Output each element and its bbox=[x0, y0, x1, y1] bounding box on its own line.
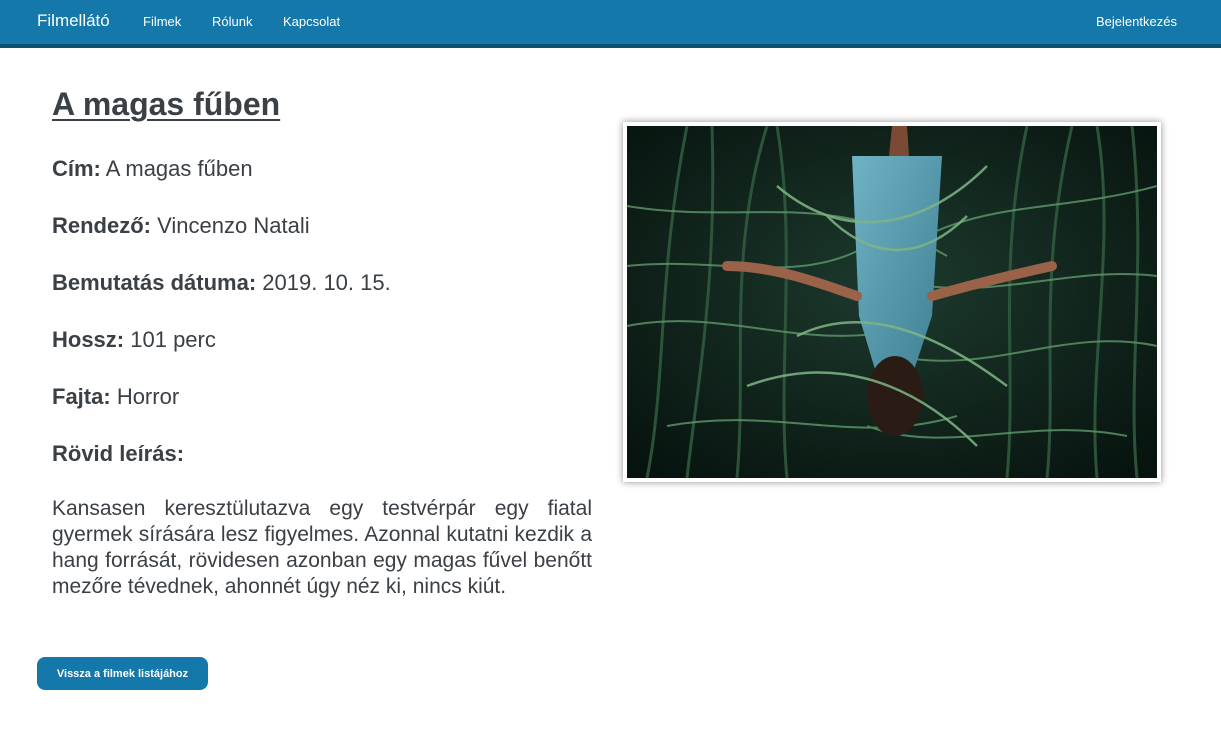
nav-link-contact[interactable]: Kapcsolat bbox=[283, 14, 340, 29]
field-title-value: A magas fűben bbox=[105, 156, 253, 181]
field-director-value: Vincenzo Natali bbox=[157, 213, 310, 238]
field-length-label: Hossz: bbox=[52, 327, 125, 352]
field-release-date: Bemutatás dátuma: 2019. 10. 15. bbox=[52, 270, 391, 296]
top-navbar: Filmellátó Filmek Rólunk Kapcsolat Bejel… bbox=[0, 0, 1221, 48]
movie-poster-image bbox=[623, 122, 1161, 482]
field-release-date-value: 2019. 10. 15. bbox=[262, 270, 391, 295]
description-label: Rövid leírás: bbox=[52, 441, 185, 466]
field-title-label: Cím: bbox=[52, 156, 101, 181]
field-length-value: 101 perc bbox=[130, 327, 216, 352]
page-title: A magas fűben bbox=[52, 86, 281, 122]
brand-logo[interactable]: Filmellátó bbox=[37, 11, 110, 31]
login-link[interactable]: Bejelentkezés bbox=[1096, 14, 1177, 29]
movie-description: Kansasen keresztülutazva egy testvérpár … bbox=[52, 497, 592, 598]
field-director: Rendező: Vincenzo Natali bbox=[52, 213, 310, 239]
description-heading: Rövid leírás: bbox=[52, 441, 184, 467]
field-release-date-label: Bemutatás dátuma: bbox=[52, 270, 257, 295]
field-genre-value: Horror bbox=[116, 384, 180, 409]
field-genre: Fajta: Horror bbox=[52, 384, 179, 410]
field-title: Cím: A magas fűben bbox=[52, 156, 253, 182]
poster-illustration bbox=[627, 126, 1157, 478]
nav-link-about[interactable]: Rólunk bbox=[212, 14, 252, 29]
back-to-list-button[interactable]: Vissza a filmek listájához bbox=[37, 657, 208, 690]
field-length: Hossz: 101 perc bbox=[52, 327, 216, 353]
field-director-label: Rendező: bbox=[52, 213, 151, 238]
nav-link-films[interactable]: Filmek bbox=[143, 14, 181, 29]
field-genre-label: Fajta: bbox=[52, 384, 111, 409]
